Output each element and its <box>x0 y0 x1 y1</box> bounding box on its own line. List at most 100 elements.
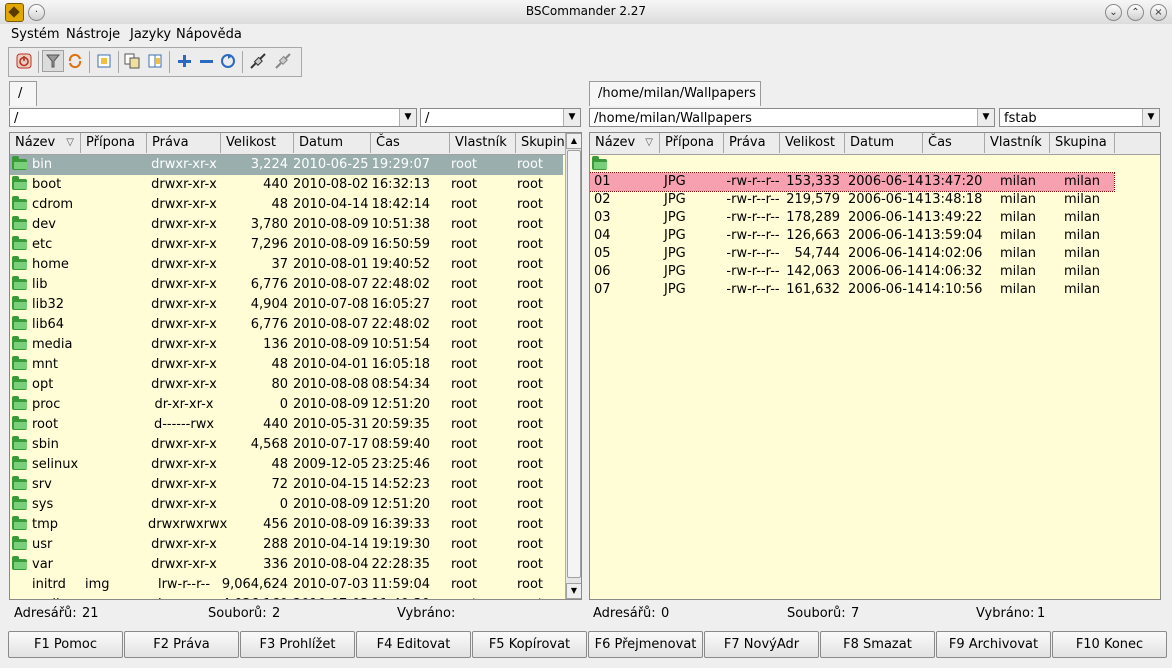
left-path-combo[interactable]: / ▼ <box>9 108 417 127</box>
file-row[interactable]: var drwxr-xr-x 336 2010-08-04 22:28:35 root ro… <box>10 555 563 575</box>
column-header[interactable]: Čas <box>371 133 450 153</box>
fkey-button-8[interactable]: F8 Smazat <box>820 631 935 658</box>
file-row[interactable]: root d------rwx 440 2010-05-31 20:59:35 root r… <box>10 415 563 435</box>
column-header[interactable]: Vlastník <box>450 133 516 153</box>
column-header[interactable]: Práva <box>147 133 221 153</box>
copy-icon[interactable] <box>122 51 142 71</box>
chevron-down-icon[interactable]: ▼ <box>1142 109 1159 126</box>
file-row[interactable]: lib drwxr-xr-x 6,776 2010-08-07 22:48:02 root… <box>10 275 563 295</box>
column-header[interactable]: Název ▽ <box>10 133 81 153</box>
cell-date: 2006-06-14 <box>848 282 924 297</box>
file-row[interactable]: mnt drwxr-xr-x 48 2010-04-01 16:05:18 root roo… <box>10 355 563 375</box>
right-tab[interactable]: /home/milan/Wallpapers <box>589 81 761 106</box>
fkey-button-9[interactable]: F9 Archivovat <box>936 631 1051 658</box>
fkey-button-2[interactable]: F2 Práva <box>124 631 239 658</box>
column-header[interactable]: Přípona <box>81 133 147 153</box>
file-row[interactable]: 01 JPG -rw-r--r-- 153,333 2006-06-14 13:47:20… <box>590 172 1115 192</box>
fkey-button-10[interactable]: F10 Konec <box>1052 631 1167 658</box>
scroll-up-icon[interactable]: ▲ <box>566 133 581 149</box>
file-row[interactable]: sbin drwxr-xr-x 4,568 2010-07-17 08:59:40 roo… <box>10 435 563 455</box>
file-row[interactable]: lib32 drwxr-xr-x 4,904 2010-07-08 16:05:27 ro… <box>10 295 563 315</box>
scroll-down-icon[interactable]: ▼ <box>566 583 581 599</box>
file-row[interactable]: bin drwxr-xr-x 3,224 2010-06-25 19:29:07 root… <box>10 155 563 175</box>
disconnect-icon[interactable] <box>273 51 293 71</box>
left-tab[interactable]: / <box>9 81 37 106</box>
column-header[interactable]: Velikost <box>780 133 845 153</box>
file-row[interactable]: 04 JPG -rw-r--r-- 126,663 2006-06-14 13:59:04… <box>590 227 1114 245</box>
column-header[interactable]: Čas <box>923 133 985 153</box>
file-row[interactable]: boot drwxr-xr-x 440 2010-08-02 16:32:13 root r… <box>10 175 563 195</box>
cell-name: sbin <box>32 437 59 452</box>
column-header[interactable]: Datum <box>294 133 371 153</box>
right-file-list[interactable]: Název ▽ Přípona Práva Velikost Datum Čas Vlastn… <box>589 132 1161 600</box>
file-row[interactable]: vmlinuz lrw-r--r--4,026,160 2010-07-0311:4… <box>10 595 563 599</box>
right-filter-combo[interactable]: fstab ▼ <box>999 108 1160 127</box>
left-scrollbar[interactable]: ▲ ▼ <box>565 133 581 599</box>
cell-owner: root <box>450 197 478 212</box>
cell-name: sys <box>32 497 54 512</box>
file-row[interactable]: cdrom drwxr-xr-x 48 2010-04-14 18:42:14 root r… <box>10 195 563 215</box>
column-header[interactable]: Vlastník <box>985 133 1050 153</box>
sync-icon[interactable] <box>218 51 238 71</box>
sort-icon: ▽ <box>66 137 74 148</box>
panel-icon[interactable] <box>94 51 114 71</box>
maximize-icon[interactable]: ⌃ <box>1127 4 1144 21</box>
left-file-list[interactable]: Název ▽ Přípona Práva Velikost Datum Čas Vlastn… <box>9 132 582 600</box>
column-header[interactable]: Datum <box>845 133 923 153</box>
file-row[interactable]: srv drwxr-xr-x 72 2010-04-15 14:52:23 root roo… <box>10 475 563 495</box>
file-row[interactable]: media drwxr-xr-x 136 2010-08-09 10:51:54 root… <box>10 335 563 355</box>
fkey-button-7[interactable]: F7 NovýAdr <box>704 631 819 658</box>
menu-tools[interactable]: Nástroje <box>66 27 120 42</box>
menu-languages[interactable]: Jazyky <box>130 27 171 42</box>
folder-icon <box>12 196 27 210</box>
fkey-button-1[interactable]: F1 Pomoc <box>8 631 123 658</box>
file-row[interactable]: usr drwxr-xr-x 288 2010-04-14 19:19:30 root ro… <box>10 535 563 555</box>
left-filter-combo[interactable]: / ▼ <box>420 108 581 127</box>
menu-system[interactable]: Systém <box>11 27 59 42</box>
file-row[interactable]: 06 JPG -rw-r--r-- 142,063 2006-06-14 14:06:32… <box>590 263 1114 281</box>
file-row[interactable]: proc dr-xr-xr-x 0 2010-08-09 12:51:20 root roo… <box>10 395 563 415</box>
power-icon[interactable] <box>14 51 34 71</box>
file-row[interactable]: 07 JPG -rw-r--r-- 161,632 2006-06-14 14:10:56… <box>590 281 1114 299</box>
fkey-button-3[interactable]: F3 Prohlížet <box>240 631 355 658</box>
cell-name: vmlinuz <box>32 595 83 599</box>
chevron-down-icon[interactable]: ⌄ <box>1105 4 1122 21</box>
cell-perm: drwxr-xr-x <box>151 317 217 332</box>
compare-icon[interactable] <box>145 51 165 71</box>
scroll-thumb[interactable] <box>567 150 581 578</box>
fkey-button-5[interactable]: F5 Kopírovat <box>472 631 587 658</box>
connect-icon[interactable] <box>248 51 268 71</box>
file-row[interactable]: opt drwxr-xr-x 80 2010-08-08 08:54:34 root roo… <box>10 375 563 395</box>
file-row[interactable]: selinux drwxr-xr-x 48 2009-12-05 23:25:46 roo… <box>10 455 563 475</box>
fkey-button-6[interactable]: F6 Přejmenovat <box>588 631 703 658</box>
refresh-icon[interactable] <box>65 51 85 71</box>
fkey-button-4[interactable]: F4 Editovat <box>356 631 471 658</box>
column-header[interactable]: Práva <box>724 133 780 153</box>
column-header[interactable]: Skupina <box>1050 133 1115 153</box>
menu-help[interactable]: Nápověda <box>176 27 242 42</box>
column-header[interactable]: Přípona <box>660 133 724 153</box>
file-row[interactable]: etc drwxr-xr-x 7,296 2010-08-09 16:50:59 root… <box>10 235 563 255</box>
column-header[interactable]: Název ▽ <box>590 133 660 153</box>
file-row[interactable]: 02 JPG -rw-r--r-- 219,579 2006-06-14 13:48:18… <box>590 191 1114 209</box>
file-row[interactable]: dev drwxr-xr-x 3,780 2010-08-09 10:51:38 root… <box>10 215 563 235</box>
file-row[interactable]: .. <box>590 155 1114 173</box>
cell-size: 4,568 <box>250 437 288 452</box>
file-row[interactable]: 03 JPG -rw-r--r-- 178,289 2006-06-14 13:49:22… <box>590 209 1114 227</box>
file-row[interactable]: tmp drwxrwxrwx 456 2010-08-09 16:39:33 root ro… <box>10 515 563 535</box>
plus-icon[interactable] <box>174 51 194 71</box>
filter-icon[interactable] <box>42 50 64 72</box>
minus-icon[interactable] <box>196 51 216 71</box>
chevron-down-icon[interactable]: ▼ <box>977 109 994 126</box>
chevron-down-icon[interactable]: ▼ <box>563 109 580 126</box>
cell-date: 2010-04-14 <box>293 197 369 212</box>
right-path-combo[interactable]: /home/milan/Wallpapers ▼ <box>589 108 995 127</box>
file-row[interactable]: lib64 drwxr-xr-x 6,776 2010-08-07 22:48:02 ro… <box>10 315 563 335</box>
file-row[interactable]: sys drwxr-xr-x 0 2010-08-09 12:51:20 root root <box>10 495 563 515</box>
close-icon[interactable]: × <box>1150 4 1167 21</box>
column-header[interactable]: Velikost <box>221 133 294 153</box>
file-row[interactable]: initrd img lrw-r--r-- 9,064,624 2010-07-03 11… <box>10 575 563 595</box>
chevron-down-icon[interactable]: ▼ <box>399 109 416 126</box>
file-row[interactable]: 05 JPG -rw-r--r-- 54,744 2006-06-14 14:02:06 m… <box>590 245 1114 263</box>
file-row[interactable]: home drwxr-xr-x 37 2010-08-01 19:40:52 root ro… <box>10 255 563 275</box>
